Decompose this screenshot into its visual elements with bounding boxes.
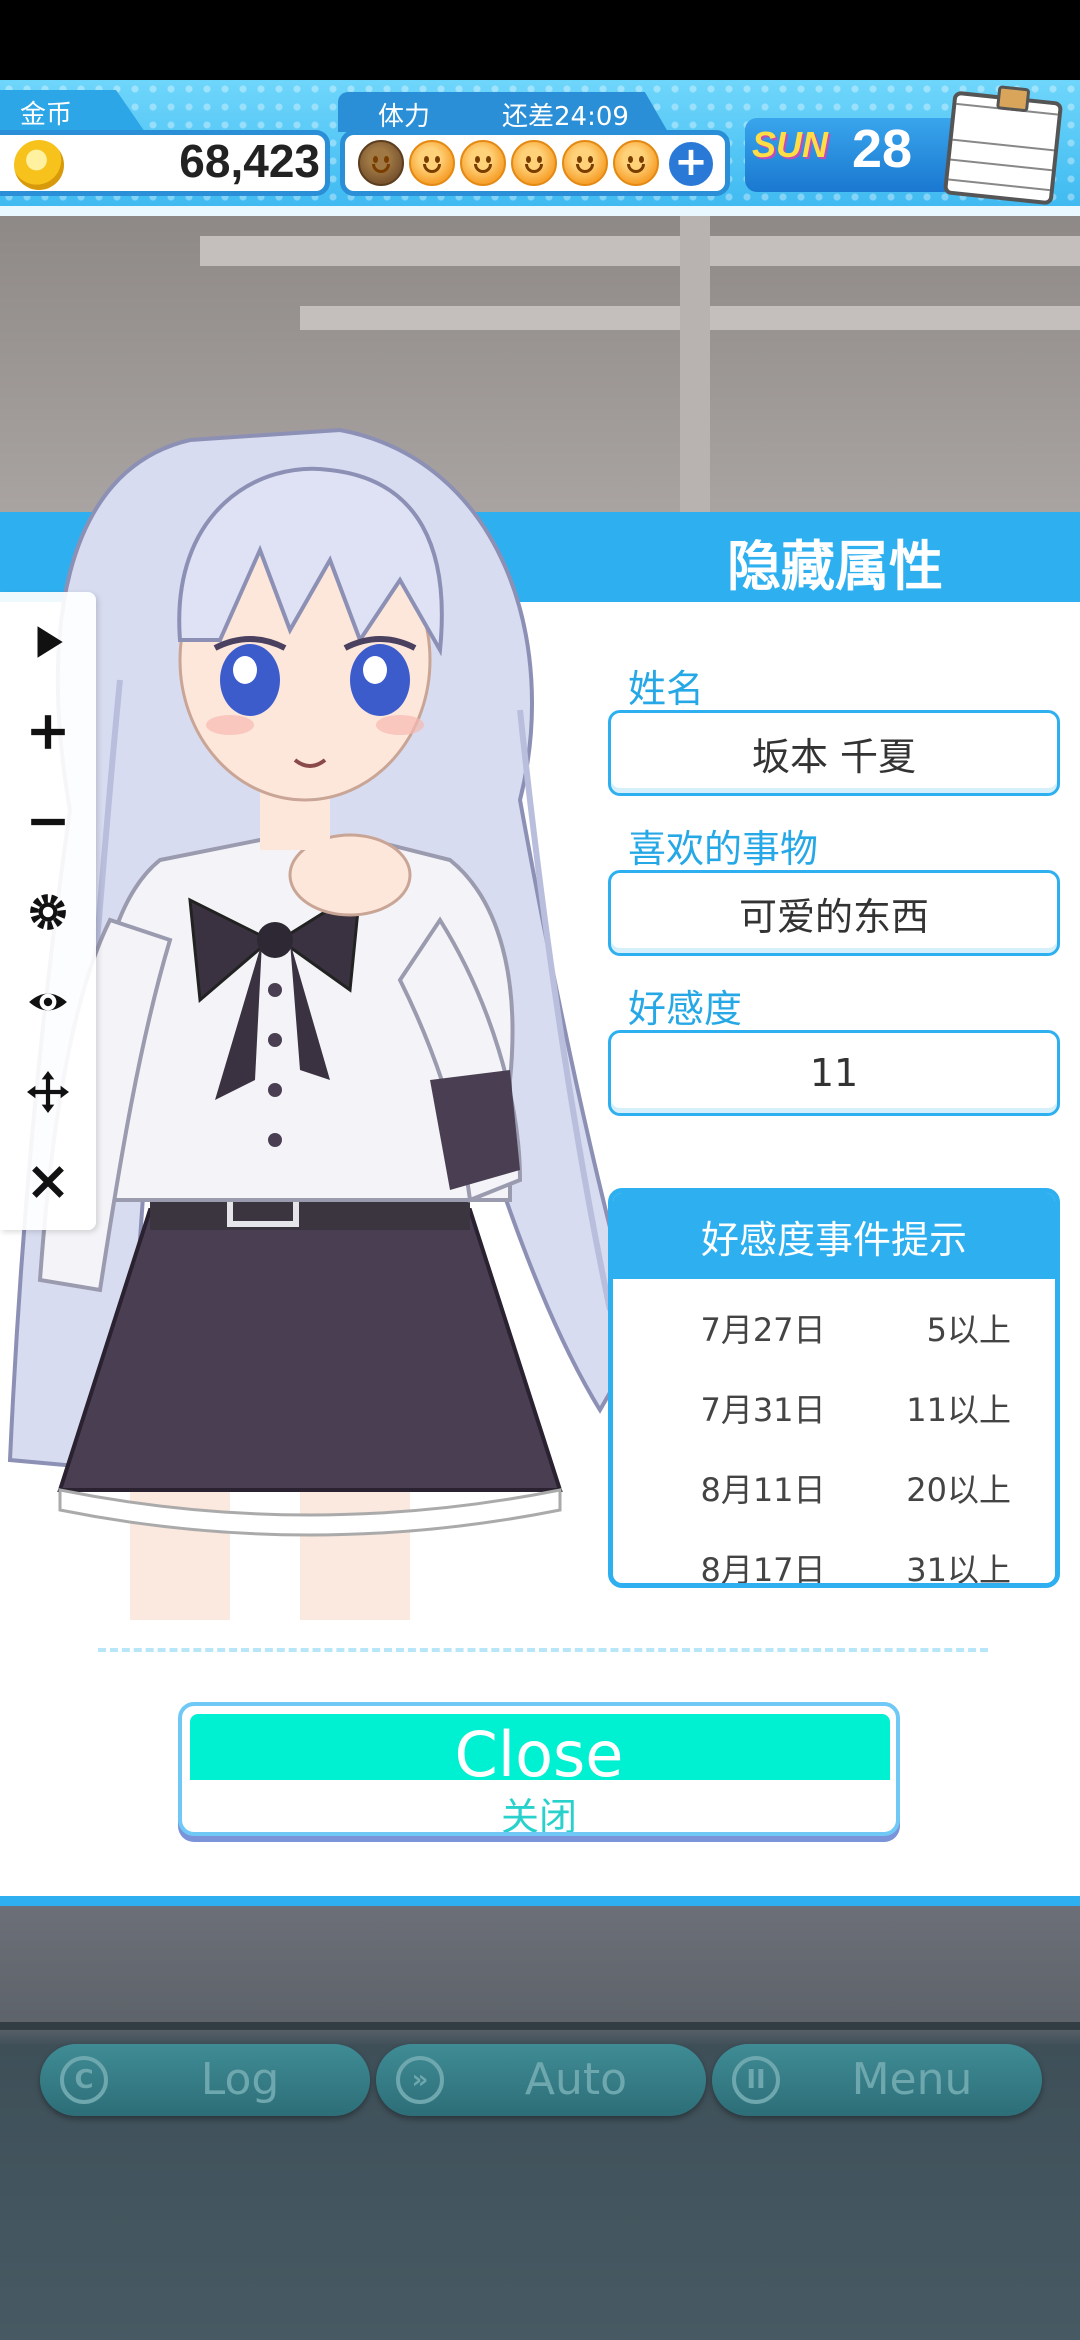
event-requirement: 11以上 <box>906 1391 1011 1429</box>
close-label-en: Close <box>454 1718 624 1791</box>
name-field: 坂本 千夏 <box>608 710 1060 796</box>
affection-label: 好感度 <box>628 987 743 1031</box>
coin-icon <box>14 140 64 190</box>
event-row: 7月27日 5以上 <box>613 1305 1055 1355</box>
log-icon: C <box>60 2056 108 2104</box>
stamina-smiley-icon <box>613 140 659 186</box>
stamina-label: 体力 <box>378 102 431 132</box>
hud-divider <box>0 206 1080 216</box>
event-row: 8月17日 31以上 <box>613 1545 1055 1588</box>
add-stamina-button[interactable]: + <box>665 138 717 190</box>
stamina-smiley-icon <box>409 140 455 186</box>
stamina-smiley-icon <box>358 140 404 186</box>
event-hints-title: 好感度事件提示 <box>613 1193 1055 1279</box>
event-date: 8月17日 <box>700 1551 826 1588</box>
day-of-week: SUN <box>752 124 829 165</box>
event-requirement: 20以上 <box>906 1471 1011 1509</box>
stamina-smiley-icon <box>511 140 557 186</box>
move-icon[interactable] <box>18 1062 78 1122</box>
panel-title: 隐藏属性 <box>727 535 943 598</box>
calendar-icon[interactable] <box>942 90 1064 206</box>
event-row: 8月11日 20以上 <box>613 1465 1055 1515</box>
stamina-timer: 还差24:09 <box>502 102 629 132</box>
auto-icon: » <box>396 2056 444 2104</box>
stamina-smiley-icon <box>460 140 506 186</box>
gold-value: 68,423 <box>179 135 320 187</box>
auto-label: Auto <box>524 2054 628 2105</box>
play-icon[interactable] <box>18 612 78 672</box>
pause-icon: II <box>732 2056 780 2104</box>
zoom-out-icon[interactable] <box>18 792 78 852</box>
event-requirement: 5以上 <box>926 1311 1011 1349</box>
stamina-smiley-icon <box>562 140 608 186</box>
event-date: 7月27日 <box>700 1311 826 1349</box>
eye-icon[interactable] <box>18 972 78 1032</box>
event-requirement: 31以上 <box>906 1551 1011 1588</box>
close-label-cn: 关闭 <box>500 1795 577 1836</box>
menu-label: Menu <box>851 2054 973 2105</box>
event-date: 7月31日 <box>700 1391 826 1429</box>
panel-bottom-border <box>0 1896 1080 1906</box>
affection-event-hints: 好感度事件提示 7月27日 5以上 7月31日 11以上 8月11日 20以上 … <box>608 1188 1060 1588</box>
likes-field: 可爱的东西 <box>608 870 1060 956</box>
auto-button[interactable]: » Auto <box>376 2044 706 2116</box>
gear-icon[interactable] <box>18 882 78 942</box>
gold-label: 金币 <box>20 100 73 130</box>
side-toolbar <box>0 592 96 1230</box>
character-illustration <box>7 427 640 1620</box>
close-icon[interactable] <box>18 1152 78 1212</box>
lower-divider <box>0 2022 1080 2030</box>
name-label: 姓名 <box>628 667 705 711</box>
likes-label: 喜欢的事物 <box>628 827 819 871</box>
event-row: 7月31日 11以上 <box>613 1385 1055 1435</box>
affection-field: 11 <box>608 1030 1060 1116</box>
close-button[interactable]: Close 关闭 <box>178 1702 900 1836</box>
day-number: 28 <box>852 119 913 179</box>
zoom-in-icon[interactable] <box>18 702 78 762</box>
log-button[interactable]: C Log <box>40 2044 370 2116</box>
status-bar <box>0 0 1080 80</box>
event-date: 8月11日 <box>700 1471 826 1509</box>
log-label: Log <box>200 2054 280 2105</box>
lower-background <box>0 1906 1080 2340</box>
dashed-divider <box>98 1648 988 1652</box>
menu-button[interactable]: II Menu <box>712 2044 1042 2116</box>
